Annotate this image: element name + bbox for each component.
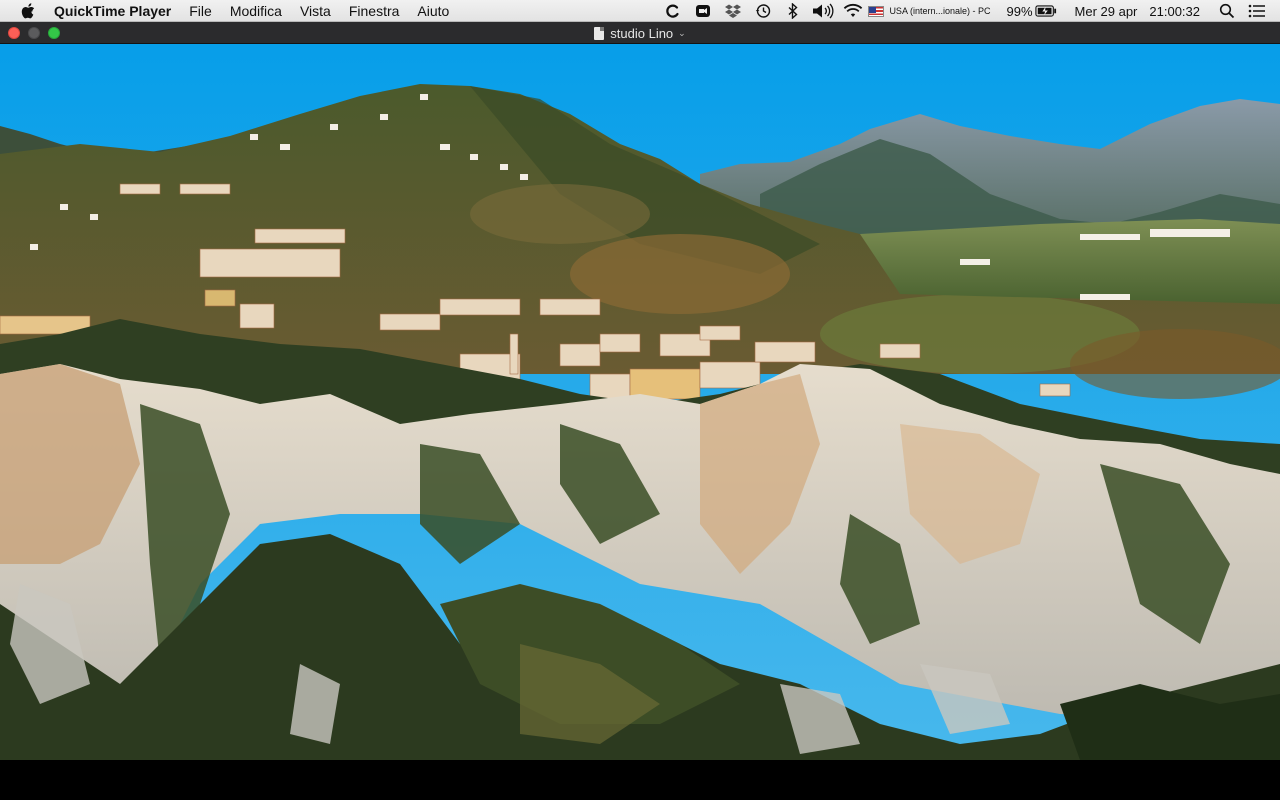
bluetooth-icon[interactable] [782,0,804,22]
volume-icon[interactable] [812,0,834,22]
menu-modifica[interactable]: Modifica [221,0,291,22]
video-frame-image [0,44,1280,760]
document-icon [594,26,605,40]
sync-icon[interactable] [662,0,684,22]
input-source-menu[interactable]: USA (intern...ionale) - PC [868,5,991,17]
camera-icon[interactable] [692,0,714,22]
us-flag-icon [868,5,885,17]
chevron-down-icon: ⌄ [678,27,686,38]
menu-bar: QuickTime Player File Modifica Vista Fin… [0,0,1280,22]
app-menu[interactable]: QuickTime Player [54,0,180,22]
apple-icon[interactable] [18,0,38,22]
dropbox-icon[interactable] [722,0,744,22]
window-title-label: studio Lino [610,25,674,41]
menubar-date[interactable]: Mer 29 apr [1061,4,1144,19]
battery-icon[interactable] [1034,0,1057,22]
menu-vista[interactable]: Vista [291,0,340,22]
time-machine-icon[interactable] [752,0,774,22]
menu-aiuto[interactable]: Aiuto [408,0,458,22]
menu-finestra[interactable]: Finestra [340,0,409,22]
video-player-area[interactable] [0,44,1280,760]
battery-percent[interactable]: 99% [1000,4,1038,19]
wifi-icon[interactable] [842,0,864,22]
spotlight-search-icon[interactable] [1216,0,1238,22]
input-source-label: USA (intern...ionale) - PC [889,6,991,16]
menu-file[interactable]: File [180,0,221,22]
window-title[interactable]: studio Lino ⌄ [0,22,1280,44]
window-titlebar[interactable]: studio Lino ⌄ [0,22,1280,44]
notification-center-icon[interactable] [1246,0,1268,22]
video-letterbox [0,760,1280,800]
menubar-clock[interactable]: 21:00:32 [1143,4,1212,19]
